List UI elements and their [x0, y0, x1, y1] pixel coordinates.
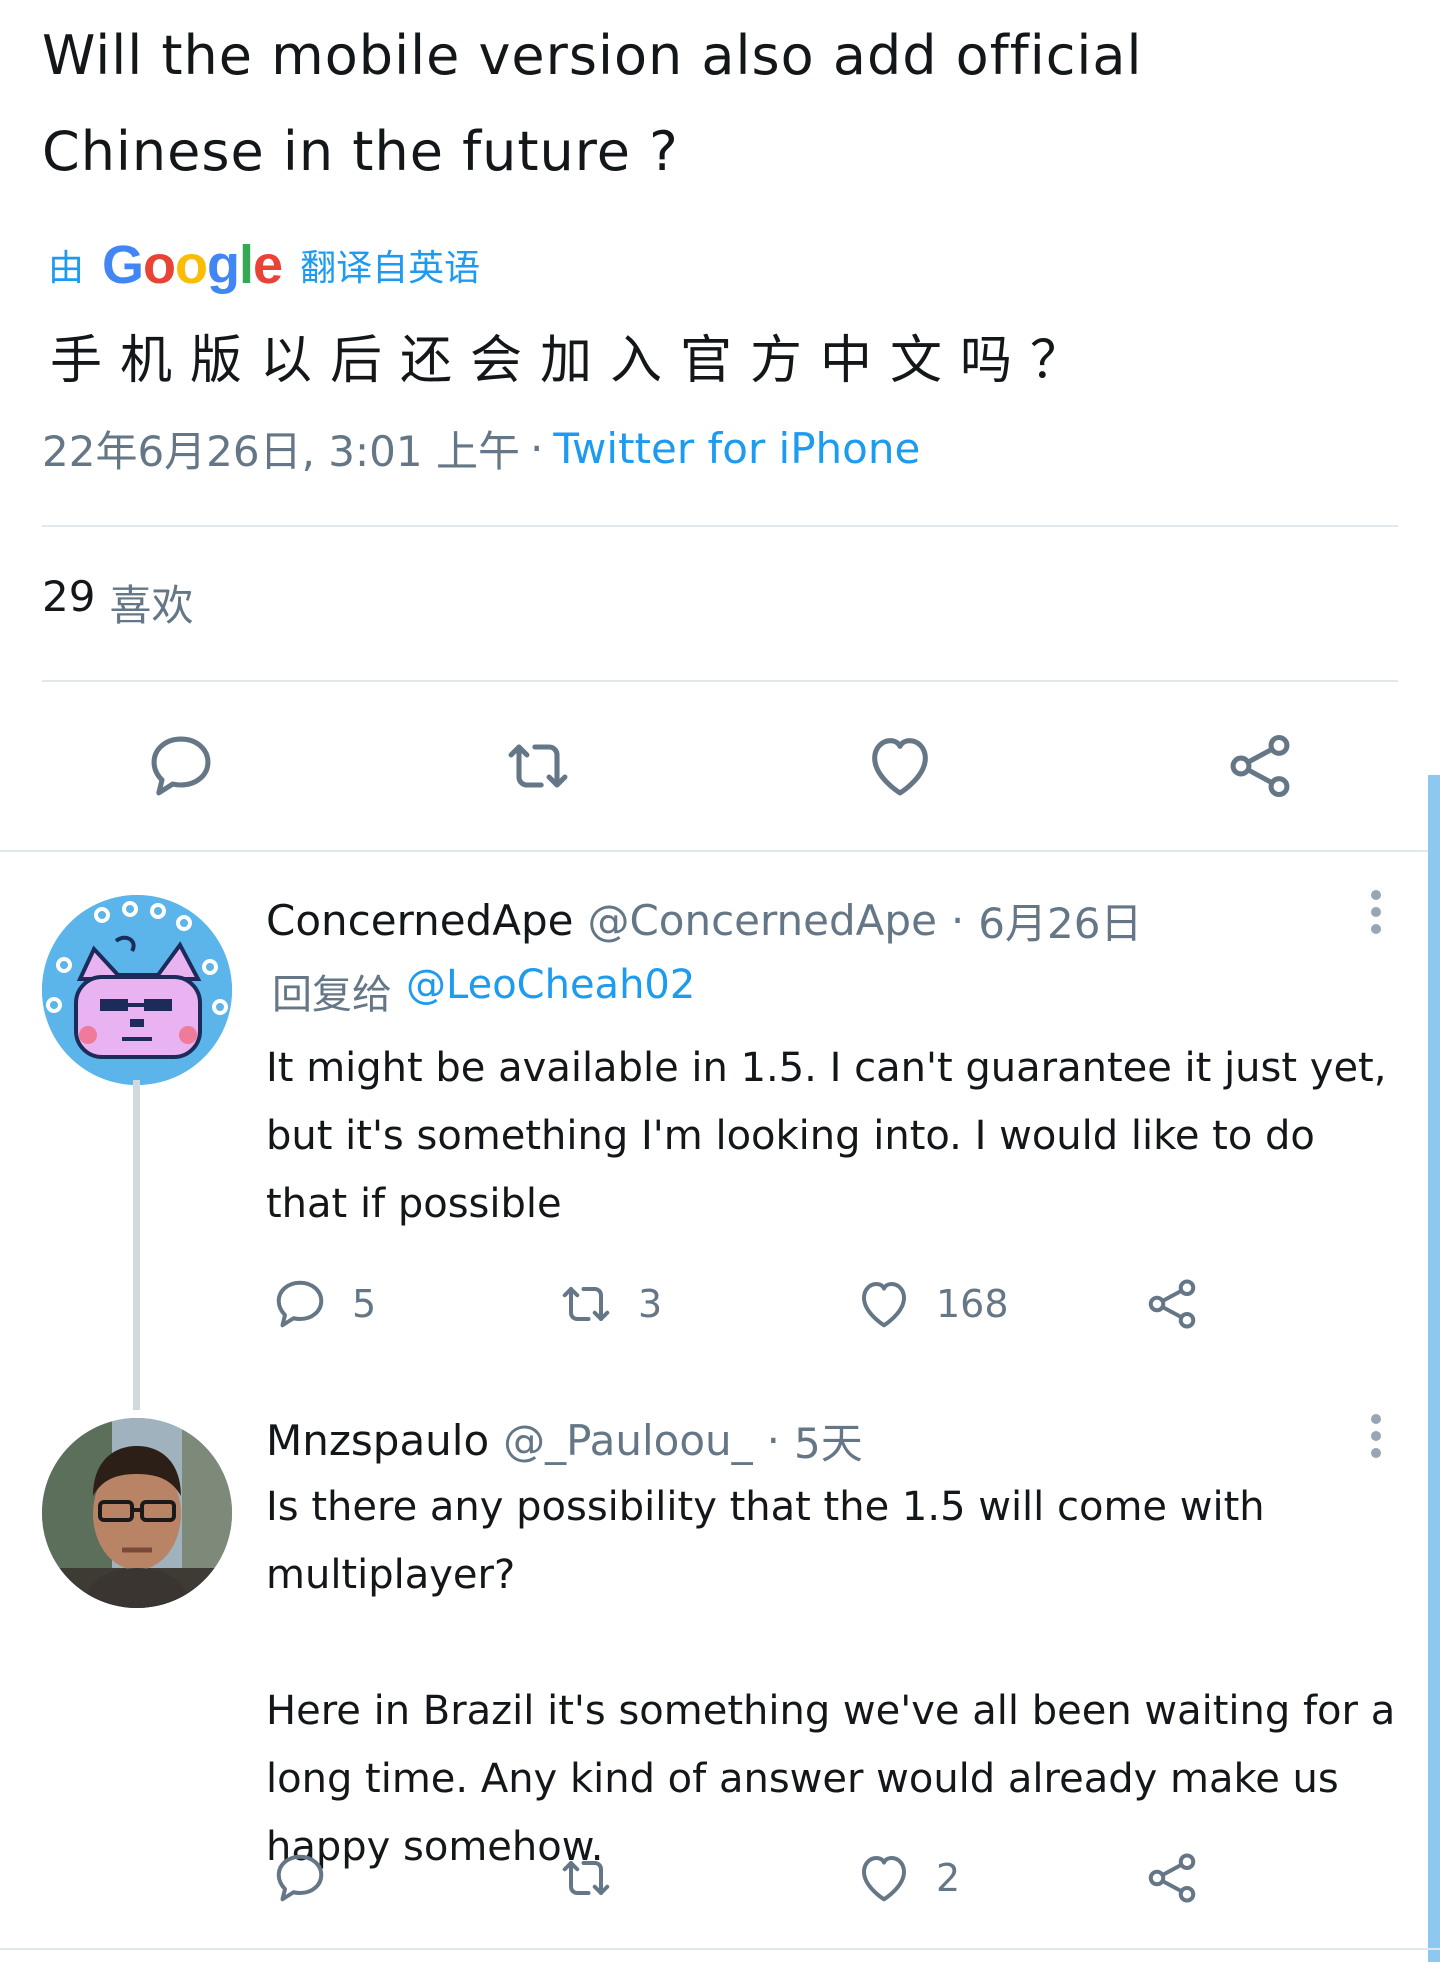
share-button[interactable]: [1142, 1274, 1202, 1334]
divider: [0, 850, 1440, 852]
avatar[interactable]: [42, 895, 232, 1085]
reply-text: Is there any possibility that the 1.5 wi…: [266, 1473, 1406, 1881]
reply-paragraph: It might be available in 1.5. I can't gu…: [266, 1045, 1387, 1227]
retweet-arrows-icon: [562, 1287, 610, 1321]
avatar[interactable]: [42, 1418, 232, 1608]
heart-icon: [862, 1856, 906, 1902]
speech-bubble-icon: [276, 1854, 324, 1902]
google-logo[interactable]: Google: [102, 234, 283, 296]
header-separator: ·: [950, 896, 965, 945]
tweet-meta: 22年6月26日, 3:01 上午 · Twitter for iPhone: [42, 418, 920, 479]
tweet-timestamp[interactable]: 22年6月26日, 3:01 上午: [42, 418, 520, 479]
like-button[interactable]: 2: [854, 1848, 960, 1908]
replying-to: 回复给 @LeoCheah02: [272, 962, 695, 1020]
reply-text: It might be available in 1.5. I can't gu…: [266, 1034, 1406, 1238]
like-count: 2: [936, 1856, 961, 1900]
share-nodes-icon: [1148, 1853, 1196, 1903]
reply-header: ConcernedApe @ConcernedApe · 6月26日: [266, 890, 1142, 951]
like-label: 喜欢: [109, 581, 194, 630]
reply-author-name[interactable]: ConcernedApe: [266, 896, 573, 945]
divider: [42, 525, 1398, 527]
heart-icon[interactable]: [862, 728, 938, 804]
reply-button[interactable]: [270, 1848, 330, 1908]
retweet-arrows-icon[interactable]: [500, 728, 576, 804]
translated-by: 由 Google 翻译自英语: [48, 230, 480, 300]
scrollbar[interactable]: [1428, 775, 1440, 1962]
retweet-button[interactable]: [556, 1848, 616, 1908]
reply-time[interactable]: 6月26日: [978, 890, 1142, 951]
speech-bubble-icon[interactable]: [143, 728, 219, 804]
tweet-action-bar: [0, 728, 1440, 808]
reply-paragraph: Is there any possibility that the 1.5 wi…: [266, 1484, 1265, 1598]
header-separator: ·: [766, 1416, 781, 1465]
reply-author-handle[interactable]: @ConcernedApe: [587, 896, 936, 945]
tweet-text: Will the mobile version also add officia…: [42, 24, 1143, 183]
retweet-arrows-icon: [562, 1861, 610, 1895]
thread-line: [133, 1080, 140, 1410]
divider: [0, 1948, 1440, 1950]
like-count: 168: [936, 1282, 1009, 1326]
reply-count: 5: [352, 1282, 377, 1326]
vertical-ellipsis-icon[interactable]: [1366, 1414, 1386, 1466]
reply-author-name[interactable]: Mnzspaulo: [266, 1416, 489, 1465]
translated-tweet-text: 手机版以后还会加入官方中文吗？: [50, 331, 1101, 391]
retweet-count: 3: [638, 1282, 663, 1326]
tweet-source[interactable]: Twitter for iPhone: [553, 424, 920, 473]
like-count: 29: [42, 572, 96, 621]
replying-to-label: 回复给: [272, 972, 392, 1018]
heart-icon: [862, 1282, 906, 1328]
reply-author-handle[interactable]: @_Pauloou_: [503, 1416, 752, 1465]
translated-prefix: 由: [48, 248, 85, 289]
share-nodes-icon[interactable]: [1222, 728, 1298, 804]
retweet-button[interactable]: 3: [556, 1274, 662, 1334]
tweet-likes[interactable]: 29 喜欢: [42, 572, 193, 633]
reply-time[interactable]: 5天: [794, 1410, 863, 1471]
share-button[interactable]: [1142, 1848, 1202, 1908]
meta-separator: ·: [529, 424, 544, 473]
replying-to-handle[interactable]: @LeoCheah02: [406, 962, 695, 1020]
translated-suffix: 翻译自英语: [300, 248, 481, 289]
share-nodes-icon: [1148, 1279, 1196, 1329]
reply-button[interactable]: 5: [270, 1274, 376, 1334]
vertical-ellipsis-icon[interactable]: [1366, 890, 1386, 942]
reply-action-bar: 5 3 168: [266, 1274, 1406, 1338]
like-button[interactable]: 168: [854, 1274, 1009, 1334]
reply-header: Mnzspaulo @_Pauloou_ · 5天: [266, 1410, 863, 1471]
speech-bubble-icon: [276, 1280, 324, 1328]
reply-action-bar: 2: [266, 1848, 1406, 1912]
divider: [42, 680, 1398, 682]
